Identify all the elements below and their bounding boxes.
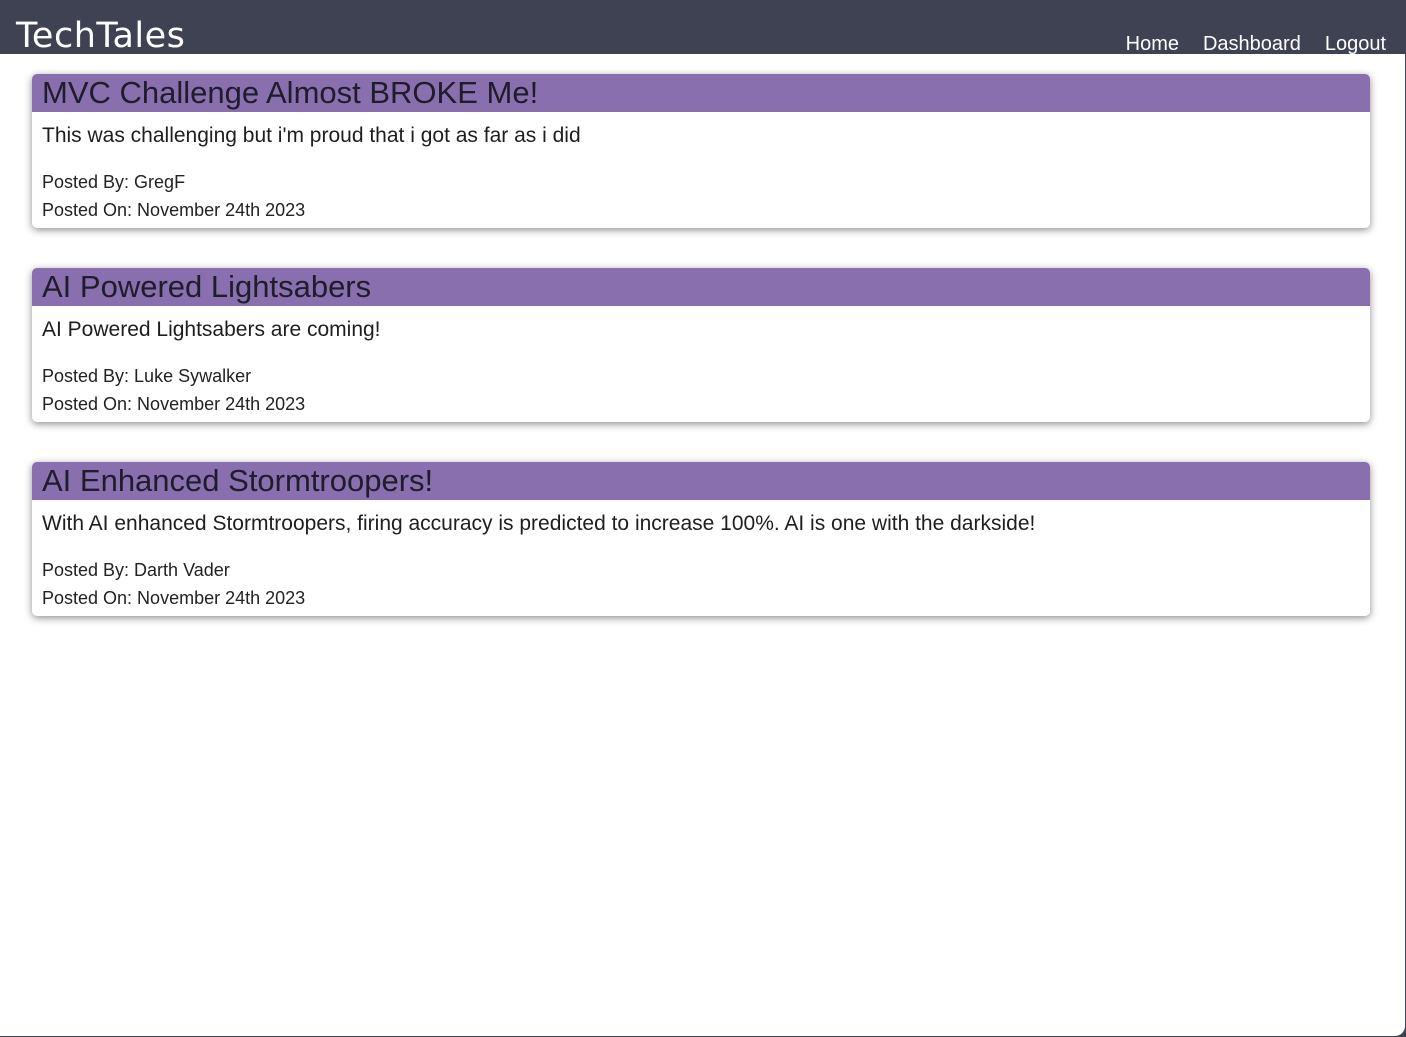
app-window: TechTales Home Dashboard Logout MVC Chal… [0,0,1406,1037]
site-header: TechTales Home Dashboard Logout [0,0,1406,56]
nav-logout-link[interactable]: Logout [1325,32,1386,56]
post-author: Posted By: Luke Sywalker [42,366,252,386]
nav-dashboard-link[interactable]: Dashboard [1203,32,1301,56]
main-nav: Home Dashboard Logout [1102,32,1386,56]
post-title[interactable]: MVC Challenge Almost BROKE Me! [32,74,1370,112]
post-body: This was challenging but i'm proud that … [32,112,1370,228]
main-content: MVC Challenge Almost BROKE Me! This was … [0,54,1405,1036]
post-date: Posted On: November 24th 2023 [42,200,306,220]
post-body: With AI enhanced Stormtroopers, firing a… [32,500,1370,616]
site-logo[interactable]: TechTales [16,14,185,58]
post-content: This was challenging but i'm proud that … [42,124,581,147]
post-date: Posted On: November 24th 2023 [42,394,306,414]
post-card[interactable]: AI Enhanced Stormtroopers! With AI enhan… [32,462,1370,616]
post-content: AI Powered Lightsabers are coming! [42,318,381,341]
post-content: With AI enhanced Stormtroopers, firing a… [42,512,1036,535]
post-date: Posted On: November 24th 2023 [42,588,306,608]
post-card[interactable]: MVC Challenge Almost BROKE Me! This was … [32,74,1370,228]
post-author: Posted By: GregF [42,172,186,192]
post-author: Posted By: Darth Vader [42,560,230,580]
post-card[interactable]: AI Powered Lightsabers AI Powered Lights… [32,268,1370,422]
nav-home-link[interactable]: Home [1126,32,1179,56]
post-title[interactable]: AI Powered Lightsabers [32,268,1370,306]
post-list: MVC Challenge Almost BROKE Me! This was … [32,74,1370,656]
post-title[interactable]: AI Enhanced Stormtroopers! [32,462,1370,500]
post-body: AI Powered Lightsabers are coming! Poste… [32,306,1370,422]
